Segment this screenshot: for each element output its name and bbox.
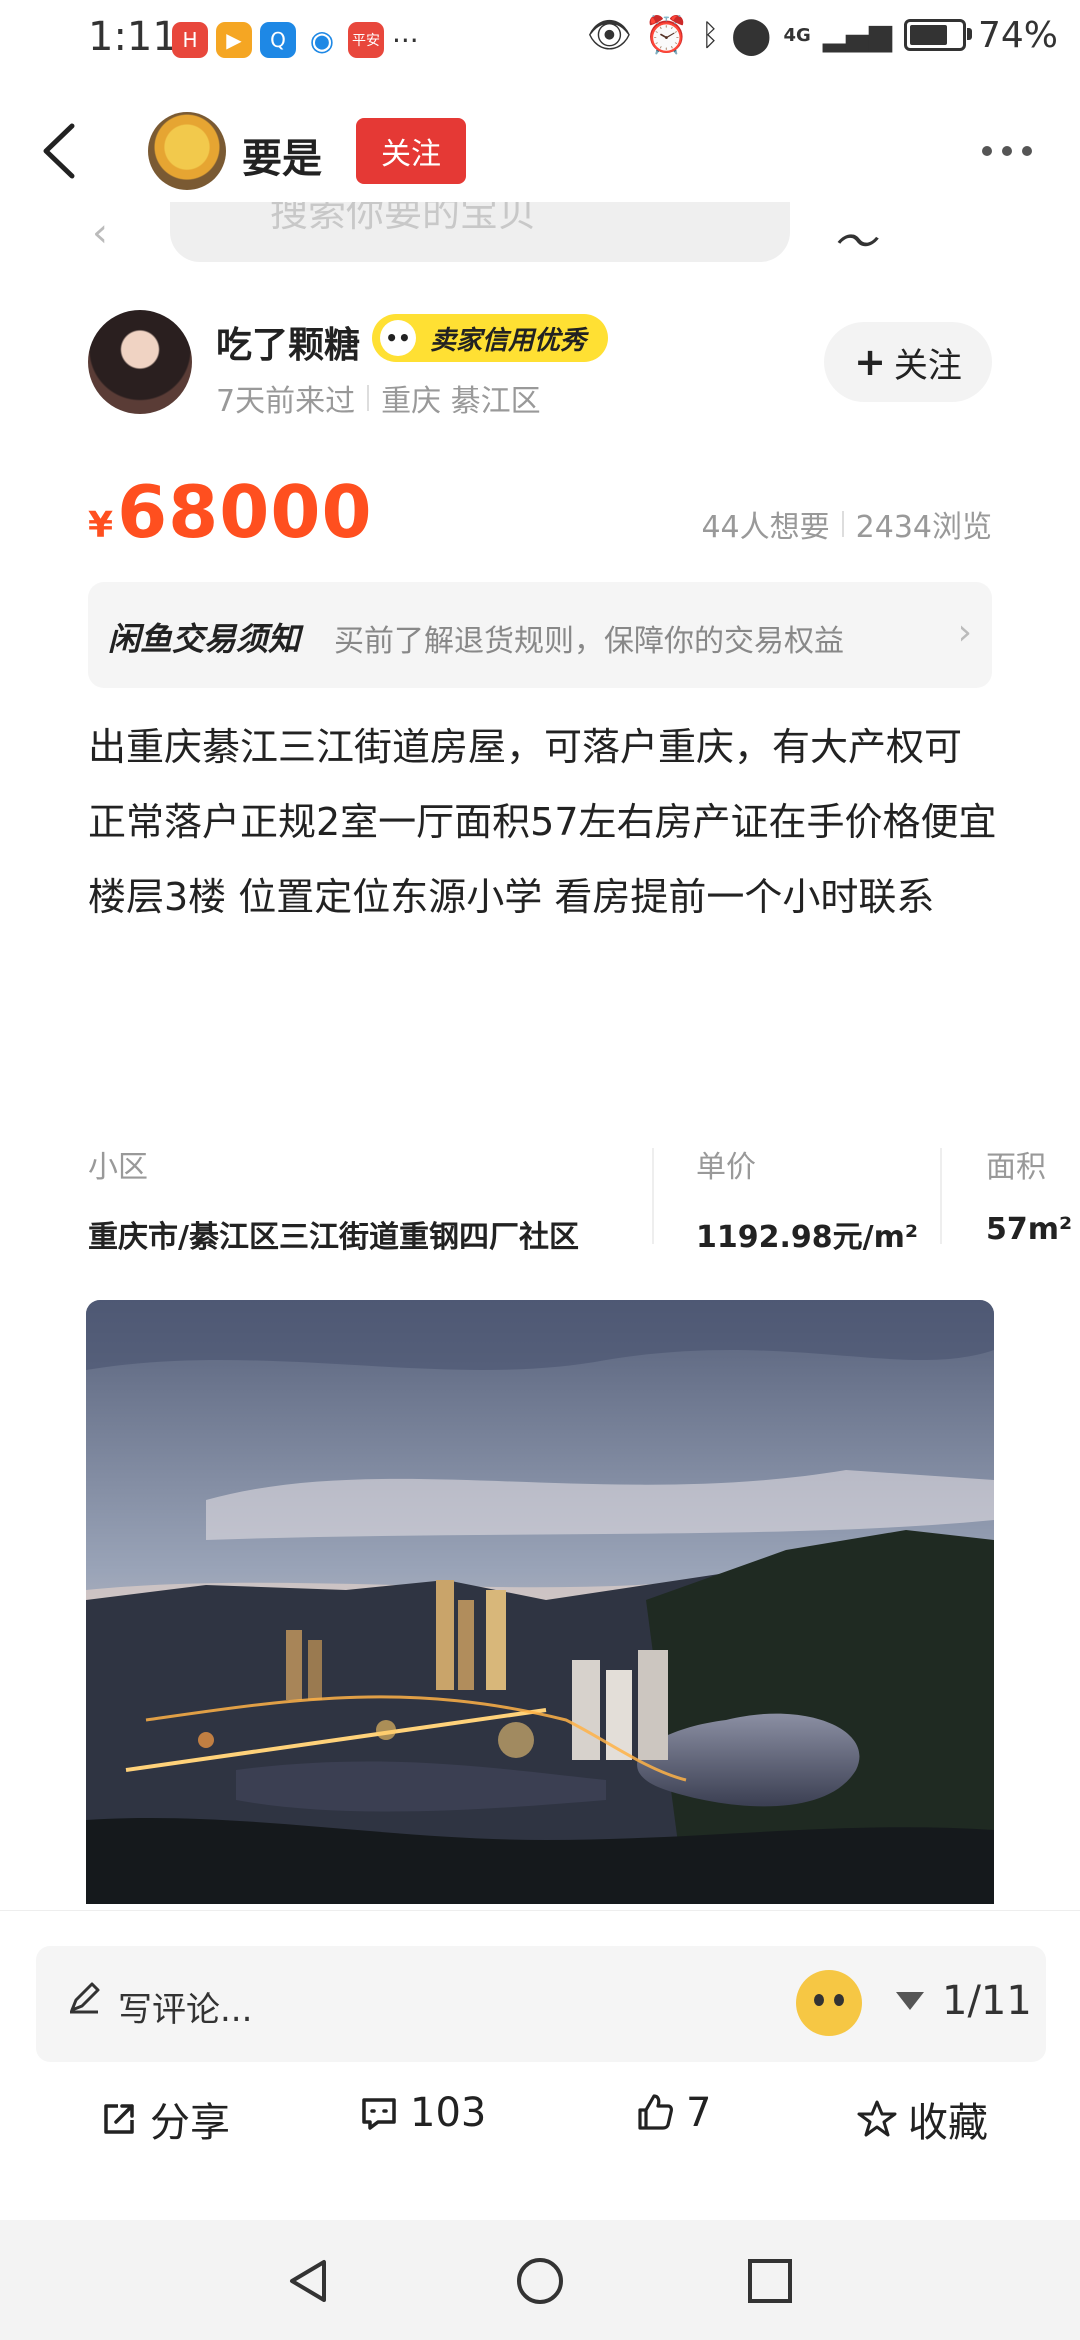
bluetooth-icon: ᛒ (701, 17, 720, 53)
ghost-search-text: 搜索你要的宝贝 (270, 202, 537, 235)
search-app-icon: Q (260, 22, 296, 58)
browser-app-icon: ◉ (304, 22, 340, 58)
ghost-search-bar: 搜索你要的宝贝 (170, 202, 790, 262)
area-col: 面积 57m² (986, 1142, 1072, 1247)
header-follow-button[interactable]: 关注 (356, 118, 466, 184)
wants-count: 44人想要 (701, 510, 830, 545)
nav-recents-button[interactable] (745, 2256, 795, 2306)
status-app-icons: H ▶ Q ◉ 平安 ··· (172, 22, 419, 58)
comments-button[interactable]: 103 (358, 2090, 486, 2136)
seller-name[interactable]: 吃了颗糖 (216, 316, 360, 368)
nav-home-button[interactable] (515, 2256, 565, 2306)
video-app-icon: ▶ (216, 22, 252, 58)
ghost-logo-icon: 〜 (832, 217, 876, 268)
caret-down-icon[interactable] (896, 1992, 924, 2010)
price-amount: 68000 (117, 470, 373, 554)
likes-count: 7 (686, 2090, 712, 2136)
back-button[interactable] (38, 118, 82, 184)
favorite-label: 收藏 (908, 2100, 988, 2146)
star-icon (857, 2100, 897, 2137)
notice-desc: 买前了解退货规则，保障你的交易权益 (334, 624, 844, 659)
divider (841, 511, 844, 537)
status-indicators: 👁 ⏰ ᛒ ⬤ 4G ▂▄▆ 74% (586, 14, 1058, 57)
community-label: 小区 (88, 1150, 148, 1185)
listing-photo[interactable] (86, 1300, 994, 1904)
share-label: 分享 (150, 2100, 230, 2146)
eye-icon: 👁 (586, 15, 633, 56)
bank-app-icon: 平安 (348, 22, 384, 58)
share-icon (104, 2104, 134, 2134)
battery-icon (903, 19, 972, 51)
page-indicator[interactable]: 1/11 (942, 1978, 1032, 2024)
item-description: 出重庆綦江三江街道房屋，可落户重庆，有大产权可正常落户正规2室一厅面积57左右房… (88, 710, 998, 935)
plus-icon: + (854, 340, 886, 384)
community-value: 重庆市/綦江区三江街道重钢四厂社区 (88, 1220, 579, 1255)
property-info: 小区 重庆市/綦江区三江街道重钢四厂社区 单价 1192.98元/m² 面积 5… (88, 1142, 1080, 1255)
header-user-name[interactable]: 要是 (242, 126, 322, 184)
area-value: 57m² (986, 1212, 1073, 1247)
action-bar: 分享 103 7 收藏 (0, 2090, 1080, 2160)
seller-follow-button[interactable]: + 关注 (824, 322, 992, 402)
item-stats: 44人想要 2434浏览 (701, 502, 992, 546)
system-nav-bar (0, 2220, 1080, 2340)
description-line: 出重庆綦江三江街道房屋，可落户重庆，有大产权可正常落户正规2室一厅面积57左右房… (88, 725, 997, 844)
alarm-icon: ⏰ (644, 15, 690, 56)
chevron-right-icon: › (957, 612, 972, 653)
credit-badge[interactable]: •• 卖家信用优秀 (372, 314, 609, 362)
divider (652, 1148, 654, 1244)
thumbs-up-icon (638, 2094, 673, 2130)
trade-notice-banner[interactable]: 闲鱼交易须知 买前了解退货规则，保障你的交易权益 › (88, 582, 992, 688)
comment-placeholder: 写评论... (118, 1990, 253, 2030)
network-label: 4G (783, 24, 811, 46)
seller-follow-label: 关注 (893, 345, 962, 386)
unit-price-value: 1192.98元/m² (696, 1220, 918, 1255)
comment-icon (362, 2098, 396, 2130)
unit-price-col: 单价 1192.98元/m² (696, 1142, 918, 1256)
price: ¥ 68000 (88, 470, 373, 554)
community-col: 小区 重庆市/綦江区三江街道重钢四厂社区 (88, 1142, 579, 1256)
share-button[interactable]: 分享 (98, 2090, 230, 2148)
signal-icon: ▂▄▆ (822, 17, 892, 53)
views-count: 2434浏览 (855, 510, 992, 545)
like-button[interactable]: 7 (634, 2090, 711, 2136)
nav-back-button[interactable] (284, 2256, 334, 2306)
credit-badge-label: 卖家信用优秀 (430, 325, 587, 356)
seller-location: 重庆 綦江区 (381, 384, 541, 419)
badge-face-icon: •• (380, 320, 416, 356)
description-line: 楼层3楼 位置定位东源小学 看房提前一个小时联系 (88, 875, 935, 919)
seller-last-seen: 7天前来过 (216, 384, 356, 419)
comments-count: 103 (410, 2090, 487, 2136)
divider (940, 1148, 942, 1244)
price-currency: ¥ (88, 505, 114, 546)
ghost-back-icon: ‹ (92, 210, 108, 256)
seller-meta: 7天前来过 重庆 綦江区 (216, 376, 541, 420)
location-icon: ⬤ (731, 14, 772, 56)
chevron-left-icon (43, 123, 75, 179)
more-notifications-icon: ··· (392, 23, 419, 57)
seller-avatar[interactable] (88, 310, 192, 414)
comment-input[interactable]: 写评论... 1/11 (36, 1946, 1046, 2062)
huawei-app-icon: H (172, 22, 208, 58)
unit-price-label: 单价 (696, 1150, 756, 1185)
pencil-icon (70, 1982, 100, 2014)
more-options-button[interactable] (982, 138, 1042, 164)
city-night-photo (86, 1300, 994, 1904)
status-time: 1:11 (88, 14, 178, 60)
battery-percent: 74% (977, 14, 1058, 56)
notice-title: 闲鱼交易须知 (108, 620, 301, 658)
favorite-button[interactable]: 收藏 (856, 2090, 988, 2148)
area-label: 面积 (986, 1150, 1046, 1185)
header-avatar[interactable] (148, 112, 226, 190)
divider (367, 385, 370, 411)
emoji-icon[interactable] (796, 1970, 862, 2036)
